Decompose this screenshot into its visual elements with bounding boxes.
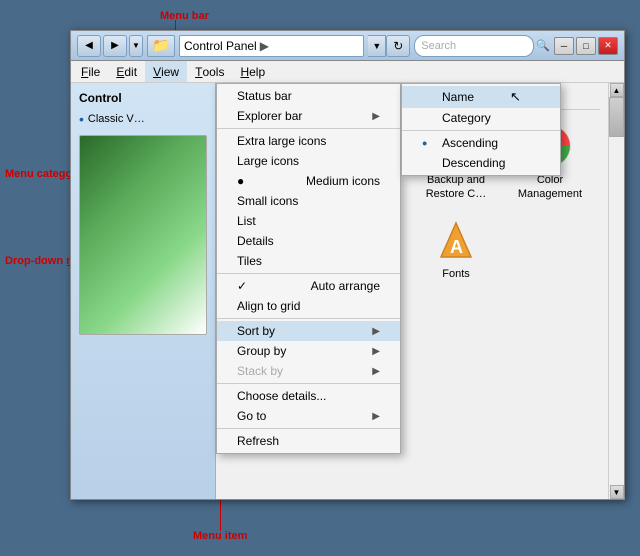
view-dropdown-menu: Status bar Explorer bar▶ Extra large ico… [216,83,401,454]
explorer-window: ◀ ▶ ▼ 📁 Control Panel ▶ ▼ ↻ Search 🔍 ─ □… [70,30,625,500]
search-icon[interactable]: 🔍 [536,39,550,52]
address-divider: ▶ [260,39,269,53]
fonts-icon: A [432,216,480,264]
menu-help[interactable]: Help [232,61,273,82]
annotation-menu-item: Menu item [193,530,247,542]
medium-icons-dot: ● [237,174,251,188]
cursor-icon: ↖ [510,89,521,105]
separator-5 [217,428,400,429]
minimize-button[interactable]: ─ [554,37,574,55]
address-text: Control Panel [184,39,257,53]
scrollbar[interactable]: ▲ ▼ [608,83,624,499]
menu-align-grid[interactable]: Align to grid [217,296,400,316]
scroll-down-button[interactable]: ▼ [610,485,624,499]
menu-auto-arrange[interactable]: ✓ Auto arrange [217,276,400,296]
menu-details[interactable]: Details [217,231,400,251]
menu-choose-details[interactable]: Choose details... [217,386,400,406]
sort-by-name[interactable]: Name ↖ [402,86,560,108]
menu-view[interactable]: View [145,61,187,82]
refresh-button[interactable]: ↻ [386,35,410,57]
sidebar-title: Control [79,91,207,105]
menu-stack-by[interactable]: Stack by▶ [217,361,400,381]
menu-refresh[interactable]: Refresh [217,431,400,451]
sort-by-submenu: Name ↖ Category ● Ascending Descending [401,83,561,176]
sidebar: Control • Classic V… [71,83,216,499]
menu-small-icons[interactable]: Small icons [217,191,400,211]
close-button[interactable]: ✕ [598,37,618,55]
folder-icon: 📁 [147,35,175,57]
icon-fonts[interactable]: A Fonts [412,212,500,300]
auto-arrange-check: ✓ [237,279,251,293]
back-button[interactable]: ◀ [77,35,101,57]
window-controls: ─ □ ✕ [554,37,618,55]
menu-list[interactable]: List [217,211,400,231]
scroll-track[interactable] [609,97,624,485]
scroll-thumb[interactable] [609,97,624,137]
sort-ascending[interactable]: ● Ascending [402,133,560,153]
menu-bar: File Edit View Tools Help [71,61,624,83]
sidebar-classic-label: Classic V… [88,113,145,125]
separator-2 [217,273,400,274]
submenu-separator [402,130,560,131]
menu-large-icons[interactable]: Large icons [217,151,400,171]
menu-go-to[interactable]: Go to▶ [217,406,400,426]
menu-extra-large-icons[interactable]: Extra large icons [217,131,400,151]
maximize-button[interactable]: □ [576,37,596,55]
menu-tools[interactable]: Tools [187,61,232,82]
history-button[interactable]: ▼ [129,35,143,57]
address-bar[interactable]: Control Panel ▶ [179,35,364,57]
menu-edit[interactable]: Edit [108,61,145,82]
separator-1 [217,128,400,129]
scroll-up-button[interactable]: ▲ [610,83,624,97]
menu-group-by[interactable]: Group by▶ [217,341,400,361]
sort-by-category[interactable]: Category [402,108,560,128]
menu-sort-by[interactable]: Sort by▶ [217,321,400,341]
svg-text:A: A [450,237,463,257]
menu-file[interactable]: File [73,61,108,82]
sidebar-background [79,135,207,335]
nav-buttons: ◀ ▶ ▼ 📁 [77,35,175,57]
title-bar: ◀ ▶ ▼ 📁 Control Panel ▶ ▼ ↻ Search 🔍 ─ □… [71,31,624,61]
address-dropdown-button[interactable]: ▼ [368,35,386,57]
forward-button[interactable]: ▶ [103,35,127,57]
bullet-icon: • [79,111,84,127]
sort-descending[interactable]: Descending [402,153,560,173]
annotation-menu-bar: Menu bar [160,10,209,22]
menu-medium-icons[interactable]: ● Medium icons [217,171,400,191]
ascending-dot: ● [422,138,436,148]
separator-4 [217,383,400,384]
menu-explorer-bar[interactable]: Explorer bar▶ [217,106,400,126]
menu-status-bar[interactable]: Status bar [217,86,400,106]
search-box[interactable]: Search [414,35,534,57]
backup-label: Backup andRestore C… [426,173,487,202]
separator-3 [217,318,400,319]
menu-tiles[interactable]: Tiles [217,251,400,271]
fonts-label: Fonts [442,267,470,281]
search-placeholder: Search [421,40,456,52]
color-label: ColorManagement [518,173,582,202]
sidebar-classic-view[interactable]: • Classic V… [79,109,207,129]
